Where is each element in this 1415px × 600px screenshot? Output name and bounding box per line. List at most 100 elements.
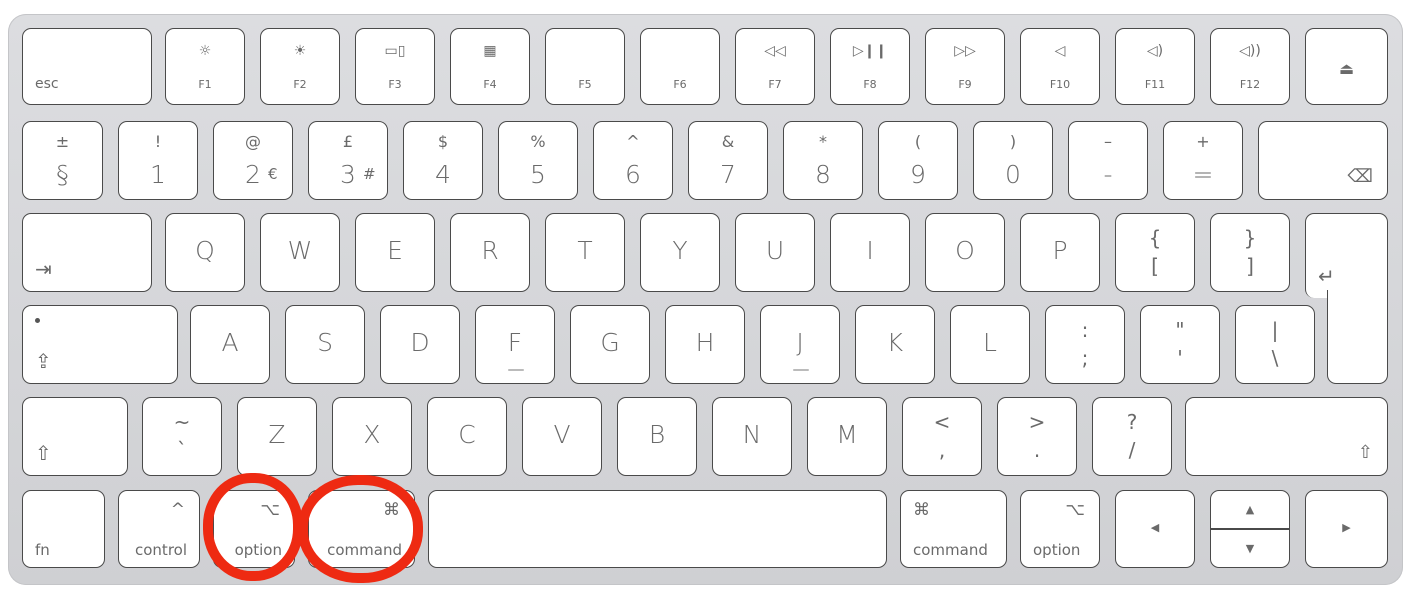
key-5[interactable]: % 5: [498, 121, 578, 200]
key-7[interactable]: & 7: [688, 121, 768, 200]
key-label: F9: [958, 78, 972, 91]
key-e[interactable]: E: [355, 213, 435, 292]
key-esc[interactable]: esc: [22, 28, 152, 105]
key-y[interactable]: Y: [640, 213, 720, 292]
key-i[interactable]: I: [830, 213, 910, 292]
key-sym[interactable]: – -: [1068, 121, 1148, 200]
key-command[interactable]: ⌘ command: [900, 490, 1007, 568]
key-f[interactable]: F: [475, 305, 555, 384]
key-sym[interactable]: <,: [902, 397, 982, 476]
key-shift-symbol: *: [819, 132, 827, 151]
key-return[interactable]: ↵: [1305, 213, 1388, 298]
key-delete[interactable]: ⌫: [1258, 121, 1388, 200]
key-f1[interactable]: ☼ F1: [165, 28, 245, 105]
key-tab[interactable]: ⇥: [22, 213, 152, 292]
home-row-bump: [793, 369, 809, 371]
key-label: F10: [1049, 78, 1071, 91]
key-sym[interactable]: ± §: [22, 121, 103, 200]
key-f12[interactable]: ◁)) F12: [1210, 28, 1290, 105]
key-shift[interactable]: ⇧: [22, 397, 128, 476]
key-f8[interactable]: ▷❙❙ F8: [830, 28, 910, 105]
key-r[interactable]: R: [450, 213, 530, 292]
key-a[interactable]: A: [190, 305, 270, 384]
key-o[interactable]: O: [925, 213, 1005, 292]
key-v[interactable]: V: [522, 397, 602, 476]
key-space[interactable]: [428, 490, 887, 568]
key-8[interactable]: * 8: [783, 121, 863, 200]
key-c[interactable]: C: [427, 397, 507, 476]
key-p[interactable]: P: [1020, 213, 1100, 292]
brightness-up-icon: ☀: [293, 43, 307, 59]
key-b[interactable]: B: [617, 397, 697, 476]
key-shift-symbol: !: [154, 132, 162, 151]
key-l[interactable]: L: [950, 305, 1030, 384]
key-4[interactable]: $4: [403, 121, 483, 200]
key-3[interactable]: £3 #: [308, 121, 388, 200]
key-m[interactable]: M: [807, 397, 887, 476]
key-shift[interactable]: ⇧: [1185, 397, 1388, 476]
key-sym[interactable]: {[: [1115, 213, 1195, 292]
key-d[interactable]: D: [380, 305, 460, 384]
key-control[interactable]: ^ control: [118, 490, 200, 568]
command-highlight-ring: [298, 475, 423, 583]
key-sym[interactable]: ~ `: [142, 397, 222, 476]
key-k[interactable]: K: [855, 305, 935, 384]
key-2[interactable]: @2 €: [213, 121, 293, 200]
key-return-lower[interactable]: [1327, 290, 1388, 384]
key-shift-symbol: }: [1243, 226, 1257, 250]
key-sym[interactable]: >.: [997, 397, 1077, 476]
key-9[interactable]: (9: [878, 121, 958, 200]
key-u[interactable]: U: [735, 213, 815, 292]
key-s[interactable]: S: [285, 305, 365, 384]
key-label: option: [1033, 541, 1081, 559]
key-sym[interactable]: :;: [1045, 305, 1125, 384]
key-arrow-up[interactable]: ▲: [1210, 490, 1290, 529]
key-1[interactable]: ! 1: [118, 121, 198, 200]
eject-icon: ⏏: [1338, 59, 1355, 78]
key-z[interactable]: Z: [237, 397, 317, 476]
key-f4[interactable]: ▦ F4: [450, 28, 530, 105]
key-sym[interactable]: }]: [1210, 213, 1290, 292]
key-x[interactable]: X: [332, 397, 412, 476]
key-f5[interactable]: F5: [545, 28, 625, 105]
key-q[interactable]: Q: [165, 213, 245, 292]
key-f9[interactable]: ▷▷ F9: [925, 28, 1005, 105]
key-sym[interactable]: + =: [1163, 121, 1243, 200]
key-w[interactable]: W: [260, 213, 340, 292]
key-f6[interactable]: F6: [640, 28, 720, 105]
key-f11[interactable]: ◁) F11: [1115, 28, 1195, 105]
key-main-symbol: /: [1128, 438, 1136, 462]
key-h[interactable]: H: [665, 305, 745, 384]
key-letter: T: [577, 236, 593, 265]
key-shift-symbol: {: [1148, 226, 1162, 250]
key-sym[interactable]: " ': [1140, 305, 1220, 384]
key-letter: K: [886, 328, 904, 357]
rewind-icon: ◁◁: [764, 43, 786, 59]
key-0[interactable]: ) 0: [973, 121, 1053, 200]
key-option[interactable]: ⌥ option: [1020, 490, 1100, 568]
key-sym[interactable]: ? /: [1092, 397, 1172, 476]
key-main-symbol: ': [1177, 346, 1183, 370]
key-6[interactable]: ^ 6: [593, 121, 673, 200]
key-shift-symbol: :: [1081, 318, 1089, 342]
key-sym[interactable]: | \: [1235, 305, 1315, 384]
key-f3[interactable]: ▭▯ F3: [355, 28, 435, 105]
key-f10[interactable]: ◁ F10: [1020, 28, 1100, 105]
key-fn[interactable]: fn: [22, 490, 105, 568]
key-label: F3: [388, 78, 402, 91]
caps-lock-indicator: [35, 318, 40, 323]
key-letter: G: [600, 328, 620, 357]
key-f2[interactable]: ☀ F2: [260, 28, 340, 105]
key-arrow-down[interactable]: ▼: [1210, 529, 1290, 568]
key-main-symbol: `: [177, 438, 187, 462]
key-eject[interactable]: ⏏: [1305, 28, 1388, 105]
key-shift-symbol: |: [1271, 318, 1279, 342]
key-t[interactable]: T: [545, 213, 625, 292]
key-arrow-right[interactable]: ▶: [1305, 490, 1388, 568]
key-j[interactable]: J: [760, 305, 840, 384]
key-arrow-left[interactable]: ◀: [1115, 490, 1195, 568]
key-n[interactable]: N: [712, 397, 792, 476]
key-caps-lock[interactable]: ⇪: [22, 305, 178, 384]
key-f7[interactable]: ◁◁ F7: [735, 28, 815, 105]
key-g[interactable]: G: [570, 305, 650, 384]
